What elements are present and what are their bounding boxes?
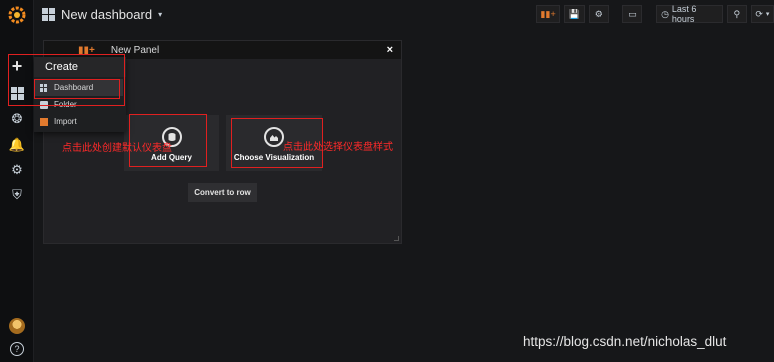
time-range-label: Last 6 hours <box>671 4 697 24</box>
add-panel-icon: ▮▮+ <box>540 8 556 19</box>
save-icon: 💾 <box>568 8 581 19</box>
explore-icon[interactable]: ❂ <box>0 107 34 131</box>
gear-icon[interactable]: ⚙ <box>0 158 34 182</box>
help-icon[interactable]: ? <box>10 342 24 356</box>
import-icon <box>40 117 48 126</box>
caret-down-icon: ▾ <box>158 9 163 19</box>
shield-icon[interactable]: ⛨ <box>0 183 34 207</box>
dashboard-toolbar: ▮▮+ 💾 ⚙ ▭ ◷ Last 6 hours ⚲ ⟳ ▾ <box>536 4 774 24</box>
menu-item-label: Import <box>54 117 77 126</box>
save-button[interactable]: 💾 <box>564 5 585 23</box>
settings-button[interactable]: ⚙ <box>588 5 609 23</box>
zoom-out-button[interactable]: ⚲ <box>726 5 747 23</box>
grafana-logo-icon[interactable] <box>0 3 34 27</box>
dashboard-title[interactable]: New dashboard ▾ <box>42 5 162 23</box>
close-icon[interactable]: × <box>387 44 393 56</box>
dashboard-grid-icon <box>42 7 55 21</box>
resize-handle[interactable] <box>394 236 399 241</box>
view-mode-button[interactable]: ▭ <box>622 5 643 23</box>
refresh-button[interactable]: ⟳ ▾ <box>750 5 774 23</box>
monitor-icon: ▭ <box>628 8 637 19</box>
zoom-icon: ⚲ <box>733 8 741 19</box>
watermark: https://blog.csdn.net/nicholas_dlut <box>523 334 727 349</box>
refresh-icon: ⟳ <box>755 8 763 19</box>
menu-item-import[interactable]: Import <box>34 113 126 130</box>
dashboard-highlight-box <box>34 79 120 99</box>
bell-icon[interactable]: 🔔 <box>0 133 34 157</box>
time-range-picker[interactable]: ◷ Last 6 hours <box>656 4 723 24</box>
gear-icon: ⚙ <box>594 8 603 19</box>
clock-icon: ◷ <box>661 8 669 19</box>
query-annotation: 点击此处创建默认仪表盘 <box>62 143 172 154</box>
avatar[interactable] <box>9 318 25 334</box>
caret-down-icon: ▾ <box>765 11 770 18</box>
dashboard-title-text: New dashboard <box>61 6 153 22</box>
convert-to-row-button[interactable]: Convert to row <box>188 183 257 202</box>
add-panel-button[interactable]: ▮▮+ <box>536 5 561 23</box>
viz-annotation: 点击此处选择仪表盘样式 <box>283 142 393 153</box>
